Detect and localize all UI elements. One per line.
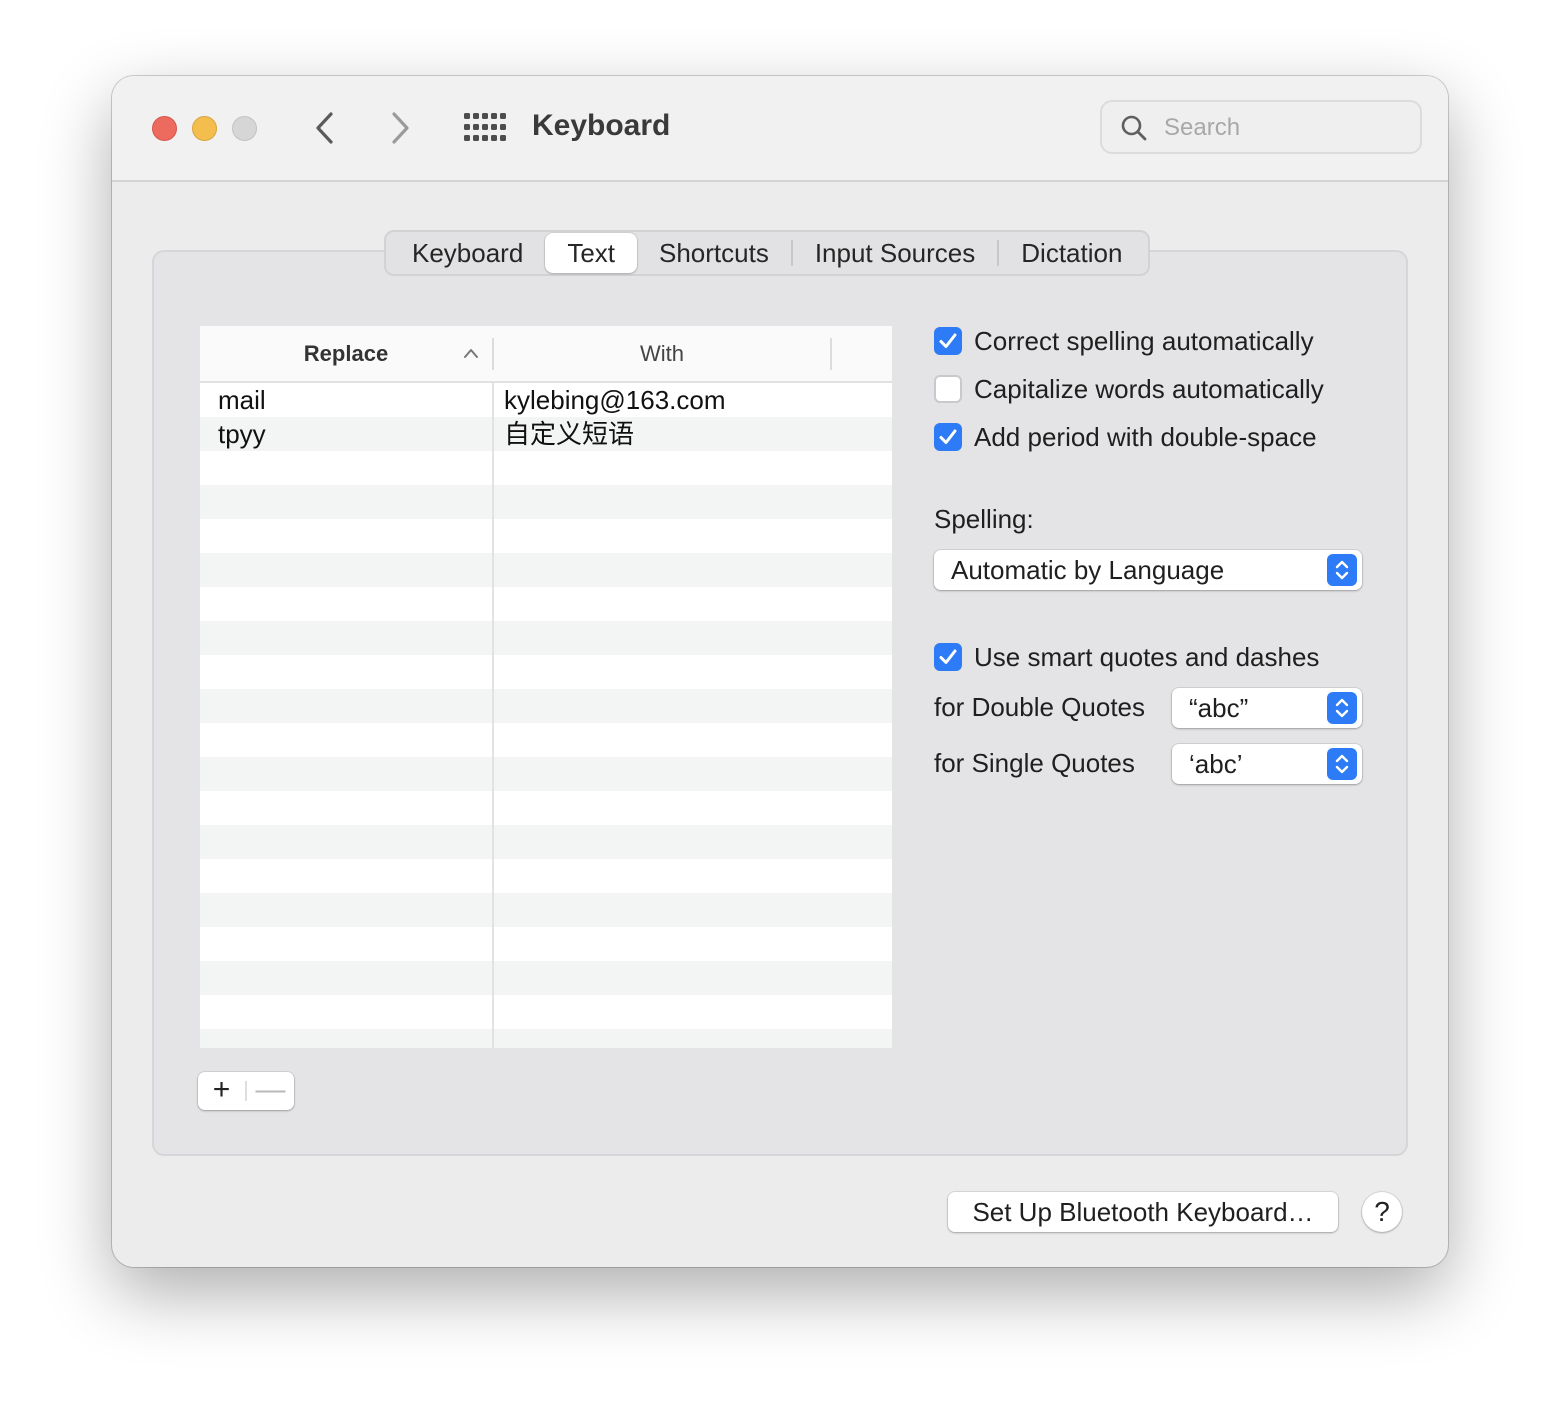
checkmark-icon — [939, 649, 957, 664]
empty-row — [200, 927, 892, 961]
tab-bar: Keyboard Text Shortcuts Input Sources Di… — [384, 230, 1151, 276]
back-button[interactable] — [305, 106, 349, 150]
single-quotes-label: for Single Quotes — [934, 748, 1135, 778]
window-title: Keyboard — [532, 109, 671, 142]
updown-chevron-icon — [1335, 754, 1349, 774]
help-button[interactable]: ? — [1362, 1192, 1402, 1232]
show-all-button[interactable] — [462, 111, 506, 145]
remove-button[interactable]: — — [247, 1072, 294, 1110]
minimize-button[interactable] — [192, 116, 217, 141]
empty-row — [200, 587, 892, 621]
single-quotes-popup[interactable]: ‘abc’ — [1172, 744, 1362, 784]
with-cell[interactable]: 自定义短语 — [504, 417, 634, 451]
tab-keyboard[interactable]: Keyboard — [390, 233, 545, 273]
empty-row — [200, 723, 892, 757]
double-quotes-label: for Double Quotes — [934, 692, 1146, 722]
smart-quotes-label: Use smart quotes and dashes — [974, 641, 1320, 672]
chevron-left-icon — [316, 112, 333, 144]
capitalize-words-option[interactable]: Capitalize words automatically — [934, 373, 1324, 405]
table-row[interactable]: tpyy 自定义短语 — [200, 417, 892, 451]
empty-row — [200, 621, 892, 655]
sort-ascending-icon — [464, 349, 478, 358]
add-period-checkbox[interactable] — [934, 423, 962, 451]
text-replacement-table[interactable]: Replace With mail kylebing@163.com tpyy … — [200, 326, 892, 1048]
empty-row — [200, 655, 892, 689]
correct-spelling-option[interactable]: Correct spelling automatically — [934, 325, 1314, 357]
preferences-window: Keyboard Keyboard Text Shortcuts Input S… — [112, 76, 1448, 1267]
table-header: Replace With — [200, 326, 892, 383]
single-quotes-value: ‘abc’ — [1189, 749, 1243, 779]
close-button[interactable] — [152, 116, 177, 141]
empty-row — [200, 757, 892, 791]
correct-spelling-checkbox[interactable] — [934, 327, 962, 355]
search-field[interactable] — [1100, 100, 1422, 154]
tab-input-sources[interactable]: Input Sources — [793, 233, 997, 273]
tab-text[interactable]: Text — [545, 233, 637, 273]
capitalize-words-label: Capitalize words automatically — [974, 373, 1324, 404]
add-button[interactable]: + — [198, 1072, 245, 1110]
grid-icon — [464, 113, 506, 141]
checkmark-icon — [939, 333, 957, 348]
tab-shortcuts[interactable]: Shortcuts — [637, 233, 791, 273]
add-period-label: Add period with double-space — [974, 421, 1317, 452]
smart-quotes-checkbox[interactable] — [934, 643, 962, 671]
updown-chevron-icon — [1335, 560, 1349, 580]
spelling-value: Automatic by Language — [951, 555, 1225, 585]
checkmark-icon — [939, 429, 957, 444]
search-icon — [1121, 115, 1147, 141]
empty-row — [200, 1029, 892, 1048]
empty-row — [200, 689, 892, 723]
replace-cell[interactable]: mail — [218, 383, 266, 417]
column-header-with[interactable]: With — [494, 326, 830, 381]
empty-row — [200, 519, 892, 553]
zoom-button[interactable] — [232, 116, 257, 141]
column-divider[interactable] — [830, 338, 832, 370]
table-body: mail kylebing@163.com tpyy 自定义短语 — [200, 383, 892, 1048]
updown-chevron-icon — [1335, 698, 1349, 718]
add-remove-control: + — — [198, 1072, 294, 1110]
empty-row — [200, 485, 892, 519]
replace-cell[interactable]: tpyy — [218, 417, 266, 451]
spelling-popup[interactable]: Automatic by Language — [934, 550, 1362, 590]
double-quotes-value: “abc” — [1189, 693, 1249, 723]
popup-stepper — [1327, 692, 1357, 724]
setup-bluetooth-keyboard-button[interactable]: Set Up Bluetooth Keyboard… — [948, 1192, 1338, 1232]
with-cell[interactable]: kylebing@163.com — [504, 383, 726, 417]
empty-row — [200, 893, 892, 927]
capitalize-words-checkbox[interactable] — [934, 375, 962, 403]
empty-row — [200, 995, 892, 1029]
column-header-replace[interactable]: Replace — [200, 326, 492, 381]
add-period-option[interactable]: Add period with double-space — [934, 421, 1317, 453]
search-input[interactable] — [1162, 110, 1406, 146]
table-row[interactable]: mail kylebing@163.com — [200, 383, 892, 417]
empty-row — [200, 553, 892, 587]
popup-stepper — [1327, 748, 1357, 780]
tab-dictation[interactable]: Dictation — [999, 233, 1144, 273]
empty-row — [200, 451, 892, 485]
popup-stepper — [1327, 554, 1357, 586]
empty-row — [200, 791, 892, 825]
chevron-right-icon — [392, 112, 409, 144]
empty-row — [200, 825, 892, 859]
correct-spelling-label: Correct spelling automatically — [974, 325, 1314, 356]
empty-row — [200, 961, 892, 995]
double-quotes-popup[interactable]: “abc” — [1172, 688, 1362, 728]
column-separator — [492, 383, 494, 1048]
titlebar: Keyboard — [112, 76, 1448, 182]
empty-row — [200, 859, 892, 893]
spelling-label: Spelling: — [934, 504, 1034, 534]
forward-button[interactable] — [380, 106, 424, 150]
smart-quotes-option[interactable]: Use smart quotes and dashes — [934, 641, 1319, 673]
